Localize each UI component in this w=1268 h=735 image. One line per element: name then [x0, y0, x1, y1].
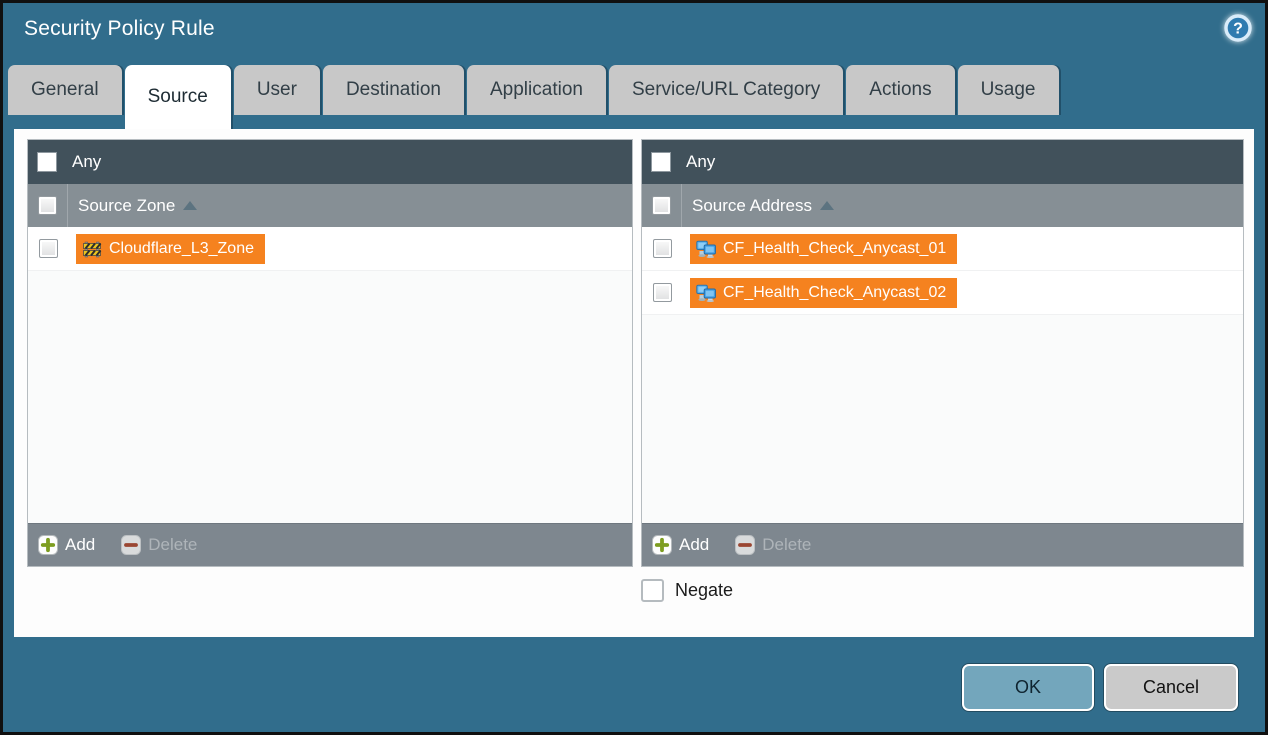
- address-any-header: Any: [642, 140, 1243, 184]
- zone-any-label: Any: [72, 152, 101, 172]
- tab-user[interactable]: User: [234, 65, 320, 115]
- ok-button[interactable]: OK: [962, 664, 1094, 711]
- zone-column-title: Source Zone: [78, 196, 175, 216]
- address-any-checkbox[interactable]: [651, 152, 671, 172]
- zone-add-button[interactable]: Add: [38, 535, 95, 555]
- address-entry-label: CF_Health_Check_Anycast_02: [723, 284, 946, 302]
- address-panel-footer: Add Delete: [642, 523, 1243, 566]
- address-select-all-checkbox[interactable]: [652, 196, 671, 215]
- sort-ascending-icon: [183, 201, 197, 210]
- address-add-label: Add: [679, 535, 709, 555]
- zone-add-label: Add: [65, 535, 95, 555]
- address-column-header[interactable]: Source Address: [642, 184, 1243, 227]
- tab-destination[interactable]: Destination: [323, 65, 464, 115]
- zone-select-all-checkbox[interactable]: [38, 196, 57, 215]
- tab-strip: General Source User Destination Applicat…: [8, 65, 1059, 129]
- zone-any-header: Any: [28, 140, 632, 184]
- address-entry[interactable]: CF_Health_Check_Anycast_01: [690, 234, 957, 264]
- negate-label: Negate: [675, 580, 733, 601]
- tab-service-url-category[interactable]: Service/URL Category: [609, 65, 843, 115]
- address-row-checkbox[interactable]: [653, 283, 672, 302]
- tab-source[interactable]: Source: [125, 65, 231, 129]
- zone-entry-label: Cloudflare_L3_Zone: [109, 240, 254, 258]
- svg-text:?: ?: [1233, 21, 1243, 38]
- zone-entry[interactable]: Cloudflare_L3_Zone: [76, 234, 265, 264]
- tab-general[interactable]: General: [8, 65, 122, 115]
- zone-any-checkbox[interactable]: [37, 152, 57, 172]
- address-icon: [696, 240, 716, 258]
- address-any-label: Any: [686, 152, 715, 172]
- zone-icon: [82, 240, 102, 258]
- delete-icon: [121, 535, 141, 555]
- sort-ascending-icon: [820, 201, 834, 210]
- zone-row[interactable]: Cloudflare_L3_Zone: [28, 227, 632, 271]
- address-list: CF_Health_Check_Anycast_01: [642, 227, 1243, 523]
- address-delete-label: Delete: [762, 535, 811, 555]
- tab-application[interactable]: Application: [467, 65, 606, 115]
- security-policy-rule-dialog: Security Policy Rule ? General Source Us…: [0, 0, 1268, 735]
- address-row[interactable]: CF_Health_Check_Anycast_02: [642, 271, 1243, 315]
- zone-list: Cloudflare_L3_Zone: [28, 227, 632, 523]
- tab-actions[interactable]: Actions: [846, 65, 954, 115]
- address-entry-label: CF_Health_Check_Anycast_01: [723, 240, 946, 258]
- zone-delete-button[interactable]: Delete: [121, 535, 197, 555]
- tab-usage[interactable]: Usage: [958, 65, 1059, 115]
- zone-panel-footer: Add Delete: [28, 523, 632, 566]
- zone-row-checkbox[interactable]: [39, 239, 58, 258]
- source-address-panel: Any Source Address: [641, 139, 1244, 567]
- address-entry[interactable]: CF_Health_Check_Anycast_02: [690, 278, 957, 308]
- add-icon: [652, 535, 672, 555]
- address-row[interactable]: CF_Health_Check_Anycast_01: [642, 227, 1243, 271]
- negate-checkbox[interactable]: [641, 579, 664, 602]
- zone-column-header[interactable]: Source Zone: [28, 184, 632, 227]
- source-tab-content: Any Source Zone: [14, 129, 1254, 637]
- address-delete-button[interactable]: Delete: [735, 535, 811, 555]
- help-icon[interactable]: ?: [1224, 14, 1252, 42]
- address-row-checkbox[interactable]: [653, 239, 672, 258]
- delete-icon: [735, 535, 755, 555]
- zone-delete-label: Delete: [148, 535, 197, 555]
- address-add-button[interactable]: Add: [652, 535, 709, 555]
- cancel-button[interactable]: Cancel: [1104, 664, 1238, 711]
- source-zone-panel: Any Source Zone: [27, 139, 633, 567]
- dialog-title: Security Policy Rule: [24, 17, 215, 41]
- add-icon: [38, 535, 58, 555]
- address-column-title: Source Address: [692, 196, 812, 216]
- address-icon: [696, 284, 716, 302]
- negate-row: Negate: [641, 579, 733, 602]
